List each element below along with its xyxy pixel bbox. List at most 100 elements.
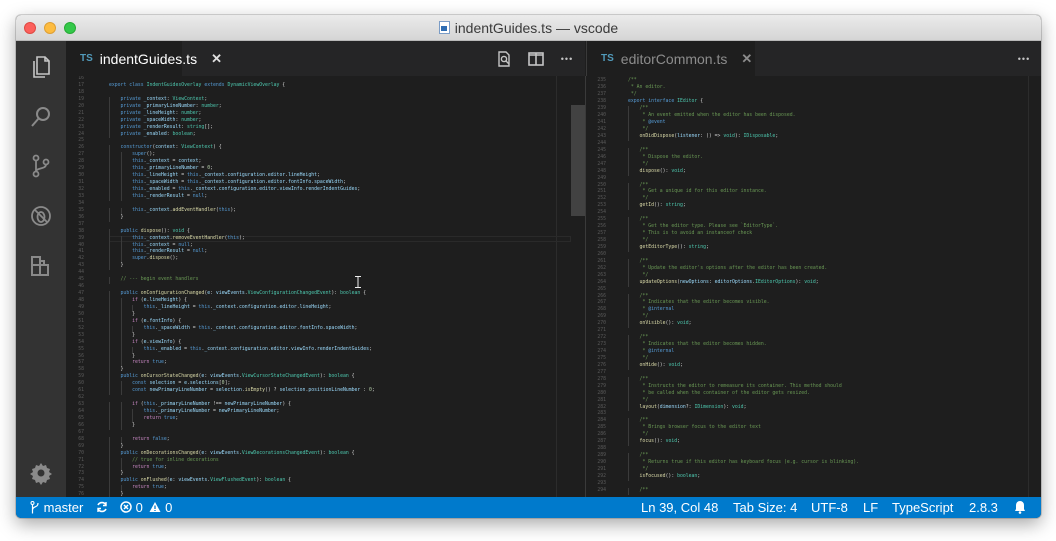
code-line[interactable]: 258 */ <box>586 238 1041 245</box>
code-line[interactable]: 242 */ <box>586 127 1041 134</box>
code-line[interactable]: 39 this._context.removeEventHandler(this)… <box>66 236 585 243</box>
code-line[interactable]: 47 public onConfigurationChanged(e: viewE… <box>66 291 585 298</box>
code-line[interactable]: 16 <box>66 76 585 83</box>
code-line[interactable]: 246 * Dispose the editor. <box>586 155 1041 162</box>
code-line[interactable]: 263 */ <box>586 273 1041 280</box>
code-line[interactable]: 52 this._spaceWidth = this._context.confi… <box>66 326 585 333</box>
code-line[interactable]: 238 export interface IEditor { <box>586 99 1041 106</box>
code-line[interactable]: 33 this._renderResult = null; <box>66 194 585 201</box>
code-line[interactable]: 65 return true; <box>66 416 585 423</box>
split-editor-icon[interactable] <box>527 50 545 68</box>
code-line[interactable]: 57 return true; <box>66 360 585 367</box>
code-line[interactable]: 61 const newPrimaryLineNumber = selection… <box>66 388 585 395</box>
code-line[interactable]: 55 this._enabled = this._context.configur… <box>66 347 585 354</box>
code-line[interactable]: 280 * be called when the container of th… <box>586 391 1041 398</box>
code-line[interactable]: 24 private _enabled: boolean; <box>66 132 585 139</box>
code-line[interactable]: 32 this._enabled = this._context.configur… <box>66 187 585 194</box>
code-line[interactable]: 283 <box>586 411 1041 418</box>
tab-size[interactable]: Tab Size: 4 <box>733 497 797 518</box>
code-line[interactable]: 34 <box>66 201 585 208</box>
code-line[interactable]: 289 /** <box>586 453 1041 460</box>
code-line[interactable]: 36} <box>66 215 585 222</box>
branch-indicator[interactable]: master <box>30 497 83 518</box>
code-line[interactable]: 264 updateOptions(newOptions: editorOptio… <box>586 280 1041 287</box>
code-line[interactable]: 243 onDidDispose(listener: () => void): I… <box>586 134 1041 141</box>
more-actions-icon[interactable]: ••• <box>1015 50 1033 68</box>
code-line[interactable]: 45// --- begin event handlers <box>66 277 585 284</box>
extensions-icon[interactable] <box>29 254 53 278</box>
code-line[interactable]: 241 * @event <box>586 120 1041 127</box>
code-line[interactable]: 285 * Brings browser focus to the editor… <box>586 425 1041 432</box>
close-tab-icon[interactable]: ✕ <box>211 51 222 67</box>
code-line[interactable]: 260 <box>586 252 1041 259</box>
code-line[interactable]: 49 this._lineHeight = this._context.confi… <box>66 305 585 312</box>
code-line[interactable]: 287 focus(): void; <box>586 439 1041 446</box>
code-line[interactable]: 244 <box>586 141 1041 148</box>
code-line[interactable]: 290 * Returns true if this editor has ke… <box>586 460 1041 467</box>
code-line[interactable]: 54 if (e.viewInfo) { <box>66 340 585 347</box>
code-line[interactable]: 257 * This is to avoid an instanceof che… <box>586 231 1041 238</box>
code-line[interactable]: 293 <box>586 481 1041 488</box>
end-of-line[interactable]: LF <box>863 497 878 518</box>
code-line[interactable]: 265 <box>586 287 1041 294</box>
code-line[interactable]: 277 <box>586 370 1041 377</box>
code-line[interactable]: 70 public onDecorationsChanged(e: viewEve… <box>66 451 585 458</box>
tab-indentguides[interactable]: TS indentGuides.ts ✕ <box>66 41 222 76</box>
code-line[interactable]: 23 private _renderResult: string[]; <box>66 125 585 132</box>
code-line[interactable]: 274 * @internal <box>586 349 1041 356</box>
code-line[interactable]: 53} <box>66 333 585 340</box>
code-line[interactable]: 19 private _context: ViewContext; <box>66 97 585 104</box>
files-icon[interactable] <box>29 55 53 79</box>
code-line[interactable]: 42 super.dispose(); <box>66 256 585 263</box>
code-line[interactable]: 22 private _spaceWidth: number; <box>66 118 585 125</box>
code-line[interactable]: 38 public dispose(): void { <box>66 229 585 236</box>
notifications-bell-icon[interactable] <box>1014 497 1026 518</box>
code-line[interactable]: 247 */ <box>586 162 1041 169</box>
code-line[interactable]: 31 this._spaceWidth = this._context.confi… <box>66 180 585 187</box>
gear-icon[interactable] <box>29 461 53 485</box>
code-line[interactable]: 282 layout(dimension?: IDimension): void; <box>586 405 1041 412</box>
sync-icon[interactable] <box>96 497 108 518</box>
code-line[interactable]: 279 * Instructs the editor to remeasure … <box>586 384 1041 391</box>
code-line[interactable]: 66} <box>66 423 585 430</box>
code-line[interactable]: 37 <box>66 222 585 229</box>
code-line[interactable]: 75 return true; <box>66 485 585 492</box>
code-line[interactable]: 18 <box>66 90 585 97</box>
code-line[interactable]: 268 * @internal <box>586 307 1041 314</box>
code-line[interactable]: 259 getEditorType(): string; <box>586 245 1041 252</box>
code-line[interactable]: 68 return false; <box>66 437 585 444</box>
code-line[interactable]: 294 /** <box>586 488 1041 495</box>
code-line[interactable]: 67 <box>66 430 585 437</box>
code-line[interactable]: 17 export class IndentGuidesOverlay exten… <box>66 83 585 90</box>
right-editor[interactable]: 234235/**236 * An editor.237 */238export… <box>586 76 1041 497</box>
code-line[interactable]: 249 <box>586 176 1041 183</box>
code-line[interactable]: 251 * Get a unique id for this editor in… <box>586 189 1041 196</box>
tab-editorcommon[interactable]: TS editorCommon.ts ✕ <box>587 41 755 76</box>
code-line[interactable]: 64 this._primaryLineNumber = newPrimaryLi… <box>66 409 585 416</box>
code-line[interactable]: 275 */ <box>586 356 1041 363</box>
code-line[interactable]: 273 * Indicates that the editor becomes … <box>586 342 1041 349</box>
code-line[interactable]: 292 isFocused(): boolean; <box>586 474 1041 481</box>
language-mode[interactable]: TypeScript <box>892 497 953 518</box>
code-line[interactable]: 271 <box>586 328 1041 335</box>
code-line[interactable]: 270 onVisible(): void; <box>586 321 1041 328</box>
open-changes-icon[interactable] <box>495 50 513 68</box>
close-tab-icon[interactable]: ✕ <box>741 51 752 67</box>
typescript-version[interactable]: 2.8.3 <box>969 497 998 518</box>
code-line[interactable]: 276 onHide(): void; <box>586 363 1041 370</box>
code-line[interactable]: 261 /** <box>586 259 1041 266</box>
code-line[interactable]: 21 private _lineHeight: number; <box>66 111 585 118</box>
code-line[interactable]: 248 dispose(): void; <box>586 169 1041 176</box>
code-line[interactable]: 288 <box>586 446 1041 453</box>
code-line[interactable]: 236 * An editor. <box>586 85 1041 92</box>
code-line[interactable]: 48 if (e.lineHeight) { <box>66 298 585 305</box>
code-line[interactable]: 278 /** <box>586 377 1041 384</box>
cursor-position[interactable]: Ln 39, Col 48 <box>641 497 718 518</box>
search-icon[interactable] <box>29 105 53 129</box>
encoding[interactable]: UTF-8 <box>811 497 848 518</box>
code-line[interactable]: 253 getId(): string; <box>586 203 1041 210</box>
code-line[interactable]: 20 private _primaryLineNumber: number; <box>66 104 585 111</box>
code-line[interactable]: 51 if (e.fontInfo) { <box>66 319 585 326</box>
scrollbar-slider[interactable] <box>571 105 585 216</box>
code-line[interactable]: 245 /** <box>586 148 1041 155</box>
